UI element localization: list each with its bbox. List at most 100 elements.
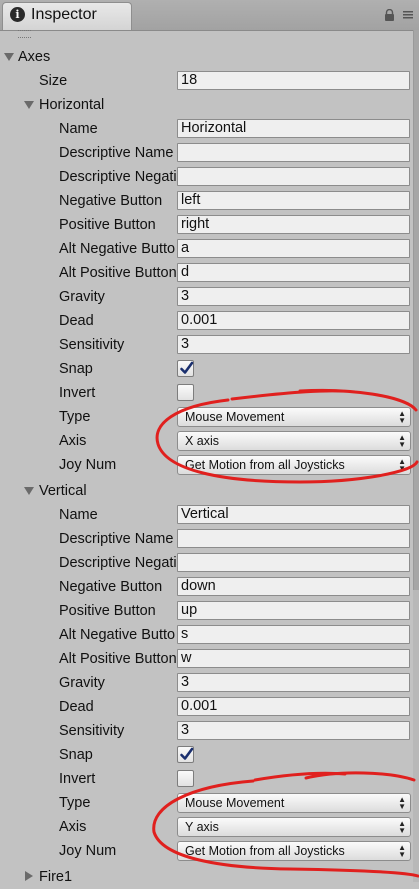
v-descriptive-name-field[interactable] [177,529,410,548]
v-joy-num-dropdown[interactable]: Get Motion from all Joysticks ▲ ▼ [177,841,411,861]
h-invert-label: Invert [59,385,96,401]
h-positive-button-row: Positive Button right [0,213,412,237]
v-type-row: Type Mouse Movement ▲ ▼ [0,791,412,815]
updown-arrows-icon: ▲ ▼ [398,457,406,473]
foldout-arrow-icon[interactable] [4,53,14,61]
scrollbar[interactable] [413,30,419,882]
fire1-foldout[interactable]: Fire1 [0,865,412,889]
h-invert-checkbox[interactable] [177,384,194,401]
h-alt-negative-field[interactable]: a [177,239,410,258]
v-gravity-field[interactable]: 3 [177,673,410,692]
h-dead-label: Dead [59,313,94,329]
v-descriptive-negative-row: Descriptive Negative Name [0,551,412,575]
h-name-field[interactable]: Horizontal [177,119,410,138]
h-joy-num-value: Get Motion from all Joysticks [185,458,345,472]
h-name-row: Name Horizontal [0,117,412,141]
v-gravity-label: Gravity [59,675,105,691]
h-negative-button-field[interactable]: left [177,191,410,210]
h-joy-num-dropdown[interactable]: Get Motion from all Joysticks ▲ ▼ [177,455,411,475]
size-row: Size 18 [0,69,412,93]
v-negative-button-field[interactable]: down [177,577,410,596]
h-alt-positive-row: Alt Positive Button d [0,261,412,285]
v-type-label: Type [59,795,91,811]
updown-arrows-icon: ▲ ▼ [398,409,406,425]
axes-label: Axes [18,49,51,65]
h-negative-button-row: Negative Button left [0,189,412,213]
v-axis-label: Axis [59,819,87,835]
v-name-field[interactable]: Vertical [177,505,410,524]
axes-foldout[interactable]: Axes [0,45,412,69]
h-type-value: Mouse Movement [185,410,285,424]
h-descriptive-negative-row: Descriptive Negative Name [0,165,412,189]
v-name-row: Name Vertical [0,503,412,527]
h-sensitivity-row: Sensitivity 3 [0,333,412,357]
horizontal-foldout[interactable]: Horizontal [0,93,412,117]
v-axis-dropdown[interactable]: Y axis ▲ ▼ [177,817,411,837]
v-alt-negative-field[interactable]: s [177,625,410,644]
v-descriptive-negative-label: Descriptive Negative Name [59,555,176,571]
v-dead-row: Dead 0.001 [0,695,412,719]
lock-icon[interactable] [384,9,395,21]
v-joy-num-value: Get Motion from all Joysticks [185,844,345,858]
inspector-tab[interactable]: i Inspector [2,2,132,30]
info-icon: i [10,7,25,22]
checkmark-icon [180,747,194,760]
foldout-arrow-icon[interactable] [24,487,34,495]
v-sensitivity-label: Sensitivity [59,723,125,739]
foldout-collapsed-arrow-icon[interactable] [25,871,33,881]
v-invert-row: Invert [0,767,412,791]
h-descriptive-name-field[interactable] [177,143,410,162]
vertical-label: Vertical [39,483,87,499]
h-alt-negative-row: Alt Negative Button a [0,237,412,261]
v-type-dropdown[interactable]: Mouse Movement ▲ ▼ [177,793,411,813]
h-type-label: Type [59,409,91,425]
updown-arrows-icon: ▲ ▼ [398,843,406,859]
scrollbar-thumb[interactable] [413,30,419,590]
h-snap-checkbox[interactable] [177,360,194,377]
h-dead-field[interactable]: 0.001 [177,311,410,330]
h-sensitivity-field[interactable]: 3 [177,335,410,354]
v-snap-checkbox[interactable] [177,746,194,763]
vertical-foldout[interactable]: Vertical [0,479,412,503]
v-positive-button-field[interactable]: up [177,601,410,620]
size-field[interactable]: 18 [177,71,410,90]
h-type-dropdown[interactable]: Mouse Movement ▲ ▼ [177,407,411,427]
v-descriptive-negative-field[interactable] [177,553,410,572]
h-alt-positive-field[interactable]: d [177,263,410,282]
v-negative-button-label: Negative Button [59,579,163,595]
h-snap-row: Snap [0,357,412,381]
v-invert-checkbox[interactable] [177,770,194,787]
h-sensitivity-label: Sensitivity [59,337,125,353]
v-gravity-row: Gravity 3 [0,671,412,695]
updown-arrows-icon: ▲ ▼ [398,795,406,811]
h-descriptive-name-row: Descriptive Name [0,141,412,165]
v-sensitivity-row: Sensitivity 3 [0,719,412,743]
fire1-label: Fire1 [39,869,73,885]
v-alt-positive-field[interactable]: w [177,649,410,668]
foldout-arrow-icon[interactable] [24,101,34,109]
h-snap-label: Snap [59,361,93,377]
h-gravity-field[interactable]: 3 [177,287,410,306]
h-alt-positive-label: Alt Positive Button [59,265,176,281]
h-joy-num-label: Joy Num [59,457,117,473]
h-positive-button-field[interactable]: right [177,215,410,234]
updown-arrows-icon: ▲ ▼ [398,819,406,835]
v-snap-row: Snap [0,743,412,767]
v-dead-field[interactable]: 0.001 [177,697,410,716]
inspector-tab-bar: i Inspector [0,0,419,31]
size-label: Size [39,73,68,89]
h-descriptive-negative-field[interactable] [177,167,410,186]
v-negative-button-row: Negative Button down [0,575,412,599]
v-sensitivity-field[interactable]: 3 [177,721,410,740]
h-axis-value: X axis [185,434,220,448]
h-axis-dropdown[interactable]: X axis ▲ ▼ [177,431,411,451]
h-descriptive-name-label: Descriptive Name [59,145,174,161]
h-gravity-row: Gravity 3 [0,285,412,309]
scroll-indicator [18,30,31,38]
v-invert-label: Invert [59,771,96,787]
panel-menu-icon[interactable] [403,11,413,19]
h-name-label: Name [59,121,98,137]
v-alt-negative-row: Alt Negative Button s [0,623,412,647]
h-positive-button-label: Positive Button [59,217,156,233]
h-invert-row: Invert [0,381,412,405]
